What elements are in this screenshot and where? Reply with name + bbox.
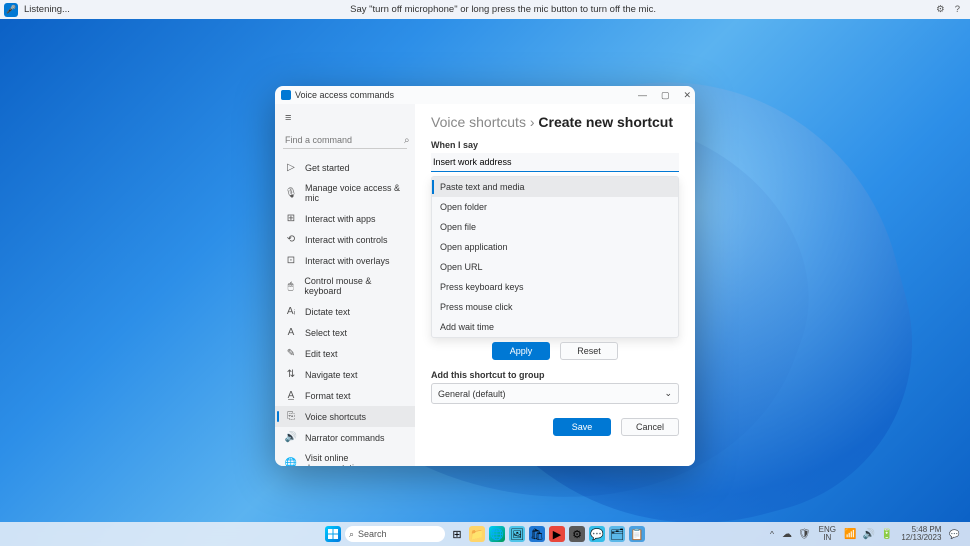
- nav-edit-text[interactable]: ✎Edit text: [275, 343, 415, 364]
- mic-icon: 🎙: [285, 188, 297, 199]
- globe-icon: 🌐: [285, 458, 297, 467]
- command-search[interactable]: ⌕: [283, 132, 407, 149]
- chevron-down-icon: ⌄: [664, 388, 672, 399]
- task-view-icon[interactable]: ⊞: [449, 526, 465, 542]
- edit-icon: ✎: [285, 348, 297, 359]
- sidebar: ≡ ⌕ ▷Get started 🎙Manage voice access & …: [275, 104, 415, 466]
- search-icon: ⌕: [349, 529, 354, 540]
- app-icon-4[interactable]: 🗂: [609, 526, 625, 542]
- controls-icon: ⟲: [285, 234, 297, 245]
- crumb-current: Create new shortcut: [538, 114, 673, 130]
- start-button[interactable]: [325, 526, 341, 542]
- nav-mouse-keyboard[interactable]: 🖱Control mouse & keyboard: [275, 271, 415, 301]
- group-select[interactable]: General (default) ⌄: [431, 383, 679, 404]
- search-input[interactable]: [283, 132, 404, 148]
- reset-button[interactable]: Reset: [560, 342, 618, 360]
- content-pane: Voice shortcuts › Create new shortcut Wh…: [415, 104, 695, 466]
- play-icon: ▷: [285, 162, 297, 173]
- voice-access-bar: 🎤 Listening... Say "turn off microphone"…: [0, 0, 970, 19]
- lang-indicator-2[interactable]: IN: [819, 534, 836, 542]
- action-open-file[interactable]: Open file: [432, 217, 678, 237]
- apply-button[interactable]: Apply: [492, 342, 550, 360]
- wifi-icon[interactable]: 📶: [844, 529, 856, 540]
- app-icon-3[interactable]: 💬: [589, 526, 605, 542]
- maximize-button[interactable]: ▢: [661, 90, 670, 101]
- action-press-keys[interactable]: Press keyboard keys: [432, 277, 678, 297]
- app-icon-1[interactable]: ▶: [549, 526, 565, 542]
- when-i-say-input[interactable]: [431, 153, 679, 172]
- store-icon[interactable]: 🛍: [529, 526, 545, 542]
- nav-select-text[interactable]: ASelect text: [275, 322, 415, 343]
- nav-dictate-text[interactable]: AᵢDictate text: [275, 301, 415, 322]
- settings-icon[interactable]: ⚙: [936, 4, 945, 15]
- apps-icon: ⊞: [285, 213, 297, 224]
- mouse-icon: 🖱: [285, 281, 296, 292]
- window-title: Voice access commands: [295, 90, 638, 100]
- nav-navigate-text[interactable]: ⇅Navigate text: [275, 364, 415, 385]
- select-icon: A: [285, 327, 297, 338]
- nav-interact-apps[interactable]: ⊞Interact with apps: [275, 208, 415, 229]
- action-open-app[interactable]: Open application: [432, 237, 678, 257]
- action-open-folder[interactable]: Open folder: [432, 197, 678, 217]
- hamburger-icon[interactable]: ≡: [275, 108, 415, 128]
- volume-icon[interactable]: 🔊: [862, 529, 874, 540]
- app-icon-2[interactable]: ⚙: [569, 526, 585, 542]
- narrator-icon: 🔊: [285, 432, 297, 443]
- group-value: General (default): [438, 389, 506, 399]
- save-button[interactable]: Save: [553, 418, 611, 436]
- date-text: 12/13/2023: [901, 534, 941, 542]
- nav-manage-voice[interactable]: 🎙Manage voice access & mic: [275, 178, 415, 208]
- app-icon: [281, 90, 291, 100]
- crumb-parent[interactable]: Voice shortcuts: [431, 114, 526, 130]
- help-icon[interactable]: ?: [955, 4, 960, 15]
- navigate-icon: ⇅: [285, 369, 297, 380]
- microphone-icon[interactable]: 🎤: [4, 3, 18, 17]
- action-paste-text[interactable]: Paste text and media: [432, 177, 678, 197]
- minimize-button[interactable]: —: [638, 90, 647, 101]
- tray-chevron-icon[interactable]: ^: [770, 529, 774, 539]
- taskbar-search[interactable]: ⌕Search: [345, 526, 445, 542]
- notifications-icon[interactable]: 💬: [949, 529, 960, 540]
- app-icon-5[interactable]: 📋: [629, 526, 645, 542]
- defender-icon[interactable]: 🛡: [798, 529, 811, 540]
- when-i-say-label: When I say: [431, 140, 679, 150]
- group-label: Add this shortcut to group: [431, 370, 679, 380]
- voice-hint-text: Say "turn off microphone" or long press …: [70, 4, 936, 15]
- nav-online-docs[interactable]: 🌐Visit online documentation: [275, 448, 415, 466]
- nav-format-text[interactable]: A̲Format text: [275, 385, 415, 406]
- battery-icon[interactable]: 🔋: [881, 529, 893, 540]
- nav-interact-overlays[interactable]: ⊡Interact with overlays: [275, 250, 415, 271]
- photos-icon[interactable]: 🖼: [509, 526, 525, 542]
- crumb-sep: ›: [530, 114, 535, 130]
- nav-voice-shortcuts[interactable]: ⎘Voice shortcuts: [275, 406, 415, 427]
- action-open-url[interactable]: Open URL: [432, 257, 678, 277]
- dictate-icon: Aᵢ: [285, 306, 297, 317]
- action-add-wait[interactable]: Add wait time: [432, 317, 678, 337]
- shortcuts-icon: ⎘: [285, 411, 297, 422]
- explorer-icon[interactable]: 📁: [469, 526, 485, 542]
- titlebar: Voice access commands — ▢ ✕: [275, 86, 695, 104]
- cancel-button[interactable]: Cancel: [621, 418, 679, 436]
- action-press-mouse[interactable]: Press mouse click: [432, 297, 678, 317]
- overlays-icon: ⊡: [285, 255, 297, 266]
- clock[interactable]: 5:48 PM 12/13/2023: [901, 526, 941, 543]
- nav-interact-controls[interactable]: ⟲Interact with controls: [275, 229, 415, 250]
- onedrive-icon[interactable]: ☁: [782, 529, 792, 540]
- search-icon: ⌕: [404, 135, 410, 146]
- nav-get-started[interactable]: ▷Get started: [275, 157, 415, 178]
- nav-narrator[interactable]: 🔊Narrator commands: [275, 427, 415, 448]
- close-button[interactable]: ✕: [683, 90, 691, 101]
- edge-icon[interactable]: 🌐: [489, 526, 505, 542]
- breadcrumb: Voice shortcuts › Create new shortcut: [431, 114, 679, 130]
- taskbar: ⌕Search ⊞ 📁 🌐 🖼 🛍 ▶ ⚙ 💬 🗂 📋 ^ ☁ 🛡 ENG IN…: [0, 522, 970, 546]
- voice-commands-dialog: Voice access commands — ▢ ✕ ≡ ⌕ ▷Get sta…: [275, 86, 695, 466]
- listening-status: Listening...: [24, 4, 70, 15]
- format-icon: A̲: [285, 390, 297, 401]
- action-dropdown: Paste text and media Open folder Open fi…: [431, 176, 679, 338]
